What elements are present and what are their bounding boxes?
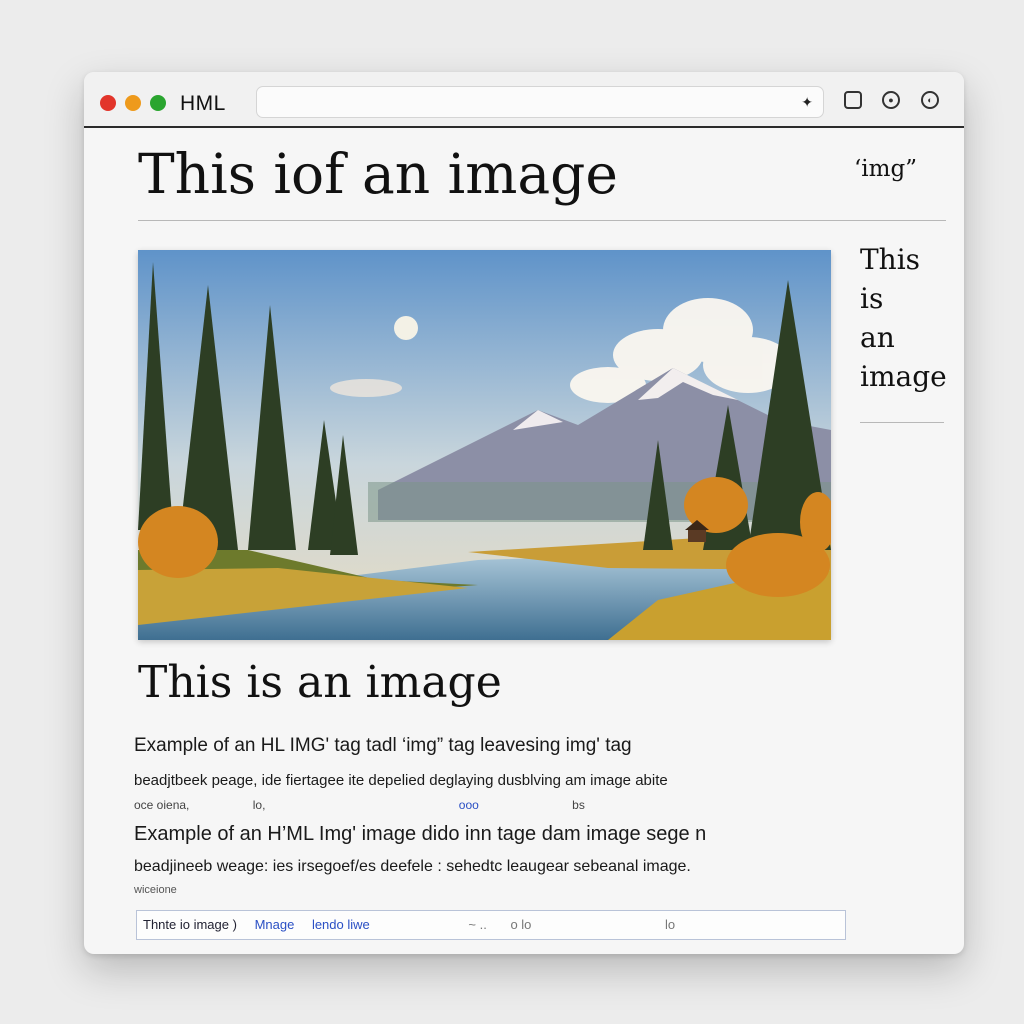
paragraph-line: Example of an H’ML Img' image dido inn t… xyxy=(134,823,707,845)
paragraph-fragment: bs xyxy=(572,798,585,812)
landscape-image xyxy=(138,250,831,640)
paragraph-fragment: lo, xyxy=(252,798,266,812)
minimize-button[interactable] xyxy=(125,95,141,111)
img-tag-label: ‘img” xyxy=(854,156,917,182)
side-caption: This is an image xyxy=(860,240,947,396)
title-bar: HML ✦ ● ◐ xyxy=(84,72,964,128)
maximize-button[interactable] xyxy=(150,95,166,111)
paragraph-line: beadjineeb weage: ies irsegoef/es deefel… xyxy=(134,858,691,875)
caption-link[interactable]: lendo liwe xyxy=(312,917,370,932)
side-caption-line: is xyxy=(860,282,884,315)
square-icon[interactable] xyxy=(844,91,862,109)
caption-link[interactable]: Mnage xyxy=(255,917,295,932)
side-divider xyxy=(860,422,944,423)
caption-text: o lo xyxy=(510,917,532,932)
side-caption-line: an xyxy=(860,321,895,354)
address-bar[interactable]: ✦ xyxy=(256,86,824,118)
browser-window: HML ✦ ● ◐ This iof an image ‘img” This i… xyxy=(84,72,964,954)
side-caption-line: This xyxy=(860,243,921,276)
paragraph-line: oce oiena, lo, ooo bs xyxy=(134,798,585,812)
paragraph-fragment: oce oiena, xyxy=(134,798,190,812)
caption-text: lo xyxy=(665,917,676,932)
paragraph-line: Example of an HL IMG' tag tadl ‘img” tag… xyxy=(134,735,632,756)
paragraph-line: beadjtbeek peage, ide fiertagee ite depe… xyxy=(134,772,668,789)
window-title: HML xyxy=(180,92,226,115)
link-fragment[interactable]: ooo xyxy=(459,798,479,812)
image-heading: This is an image xyxy=(138,657,502,708)
extension-icon[interactable]: ✦ xyxy=(801,94,813,111)
profile-icon[interactable]: ◐ xyxy=(921,91,939,109)
page-title: This iof an image xyxy=(138,142,618,206)
caption-field[interactable]: Thnte io image ) Mnage lendo liwe ~ .. o… xyxy=(136,910,846,940)
close-button[interactable] xyxy=(100,95,116,111)
paragraph-line: wiceione xyxy=(134,884,177,896)
caption-text: Thnte io image ) xyxy=(143,917,237,932)
divider xyxy=(138,220,946,221)
side-caption-line: image xyxy=(860,360,947,393)
caption-text: ~ .. xyxy=(468,917,487,932)
record-icon[interactable]: ● xyxy=(882,91,900,109)
